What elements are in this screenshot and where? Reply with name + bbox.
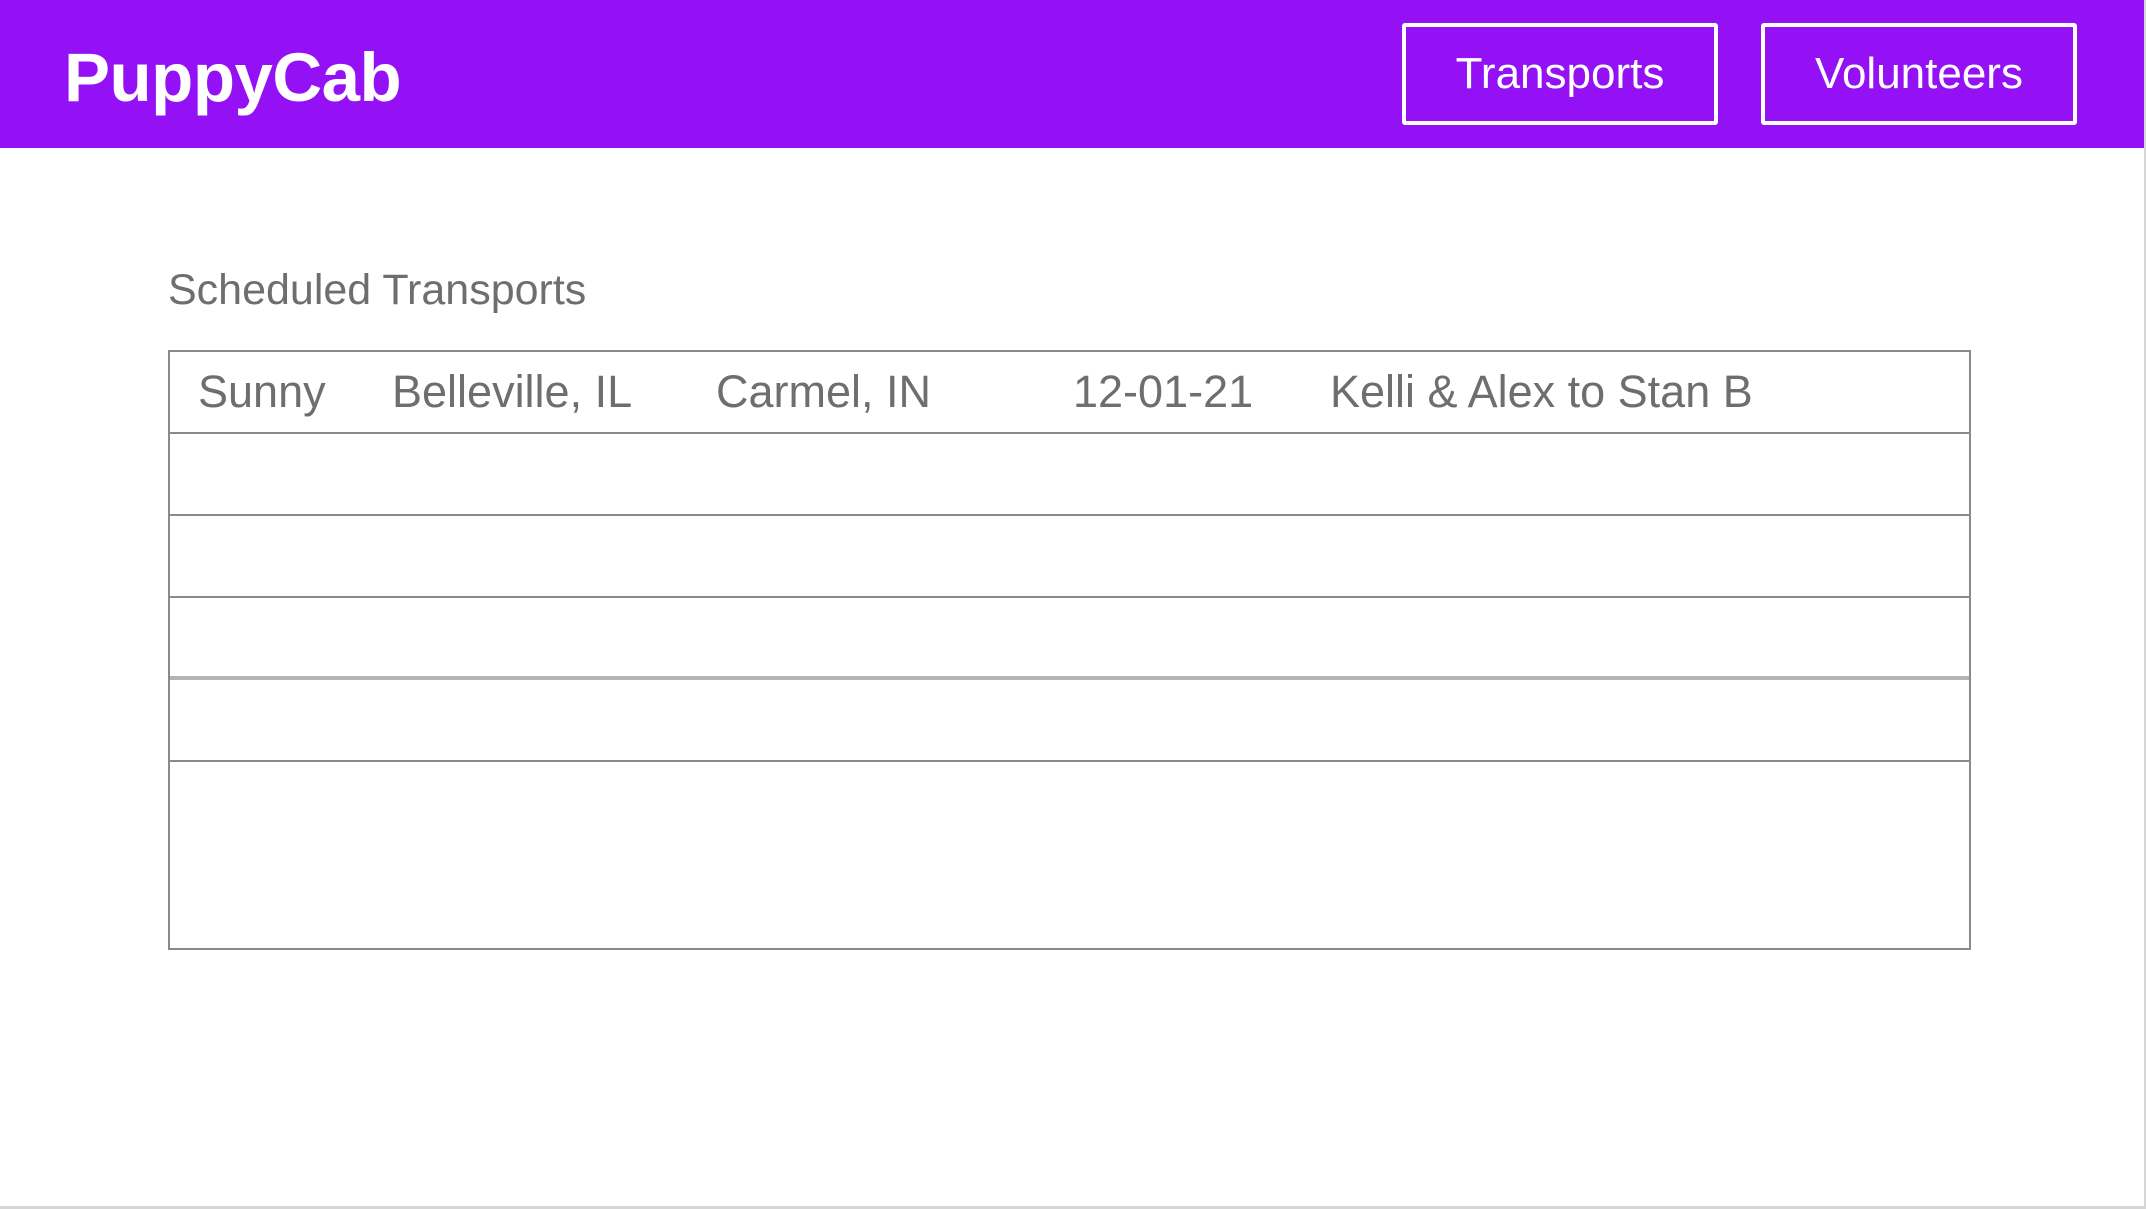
table-row[interactable]: Sunny Belleville, IL Carmel, IN 12-01-21…	[170, 352, 1969, 434]
table-row-empty	[170, 516, 1969, 598]
nav-volunteers-button[interactable]: Volunteers	[1761, 23, 2077, 125]
nav-transports-button[interactable]: Transports	[1402, 23, 1718, 125]
transports-table: Sunny Belleville, IL Carmel, IN 12-01-21…	[168, 350, 1971, 950]
section-title: Scheduled Transports	[168, 266, 587, 314]
table-row-empty	[170, 680, 1969, 762]
app-header: PuppyCab Transports Volunteers	[0, 0, 2144, 148]
cell-drivers: Kelli & Alex to Stan B	[1330, 366, 1753, 417]
table-row-empty	[170, 434, 1969, 516]
brand-logo[interactable]: PuppyCab	[64, 38, 402, 118]
cell-date: 12-01-21	[1073, 366, 1254, 417]
table-row-empty	[170, 598, 1969, 680]
cell-to: Carmel, IN	[716, 366, 932, 417]
cell-from: Belleville, IL	[392, 366, 633, 417]
cell-dog: Sunny	[198, 366, 326, 417]
